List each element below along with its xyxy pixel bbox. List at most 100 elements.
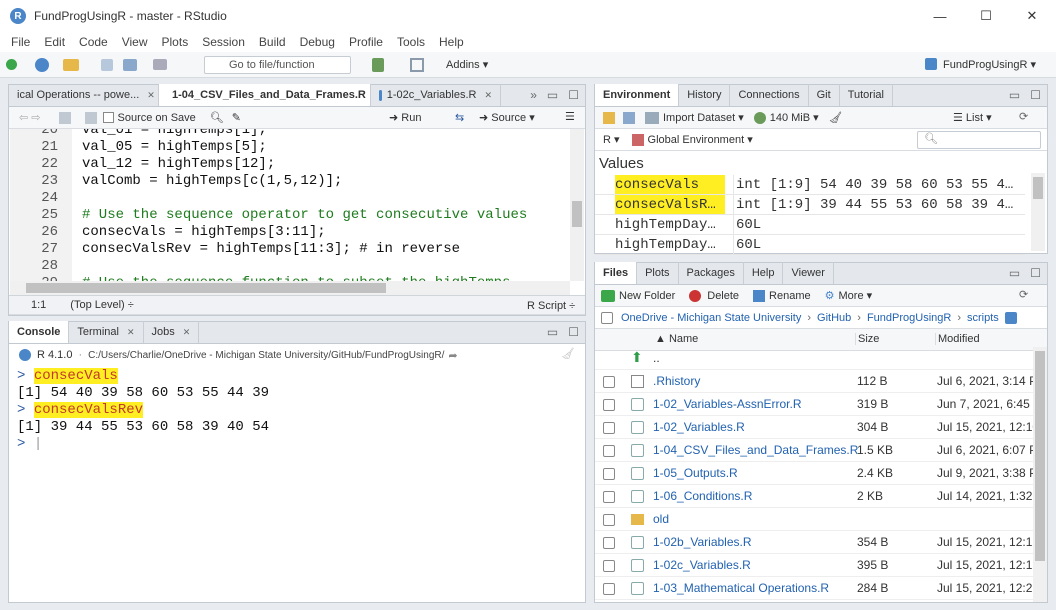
maximize-pane-icon[interactable]: ☐ bbox=[1030, 266, 1041, 280]
file-checkbox[interactable] bbox=[603, 560, 615, 572]
menu-build[interactable]: Build bbox=[252, 35, 293, 49]
files-tab-viewer[interactable]: Viewer bbox=[783, 262, 834, 284]
show-in-window-icon[interactable] bbox=[58, 111, 71, 124]
goto-file-input[interactable]: Go to file/function bbox=[204, 56, 351, 74]
menu-plots[interactable]: Plots bbox=[155, 35, 196, 49]
close-icon[interactable]: ✕ bbox=[147, 90, 155, 101]
minimize-pane-icon[interactable]: ▭ bbox=[1009, 88, 1020, 102]
file-name[interactable]: 1-02_Variables.R bbox=[653, 416, 745, 439]
editor-tab-2[interactable]: 1-02c_Variables.R ✕ bbox=[371, 84, 501, 106]
save-workspace-icon[interactable] bbox=[623, 111, 635, 124]
env-tab-git[interactable]: Git bbox=[809, 84, 840, 106]
file-checkbox[interactable] bbox=[603, 468, 615, 480]
environment-row[interactable]: highTempDay… 60L bbox=[595, 215, 1025, 235]
editor-hscroll-thumb[interactable] bbox=[26, 283, 386, 293]
file-row[interactable]: .Rhistory 112 B Jul 6, 2021, 3:14 PM bbox=[595, 370, 1035, 393]
files-scroll-thumb[interactable] bbox=[1035, 351, 1045, 561]
name-column-header[interactable]: ▲ Name bbox=[655, 333, 698, 345]
refresh-icon[interactable]: ⟳ bbox=[1019, 110, 1028, 123]
files-tab-help[interactable]: Help bbox=[744, 262, 784, 284]
file-row[interactable]: 1-06_Conditions.R 2 KB Jul 14, 2021, 1:32 … bbox=[595, 485, 1035, 508]
file-checkbox[interactable] bbox=[603, 376, 615, 388]
search-icon[interactable]: 🔍︎ bbox=[210, 111, 224, 124]
env-tab-environment[interactable]: Environment bbox=[595, 84, 680, 106]
file-checkbox[interactable] bbox=[603, 491, 615, 503]
breadcrumb-item[interactable]: FundProgUsingR bbox=[867, 312, 951, 324]
environment-scrollbar[interactable] bbox=[1031, 173, 1045, 251]
scope-selector[interactable]: (Top Level) ÷ bbox=[70, 299, 134, 311]
new-folder-button[interactable]: New Folder bbox=[619, 290, 675, 302]
menu-code[interactable]: Code bbox=[72, 35, 115, 49]
file-name[interactable]: old bbox=[653, 508, 669, 531]
rename-button[interactable]: Rename bbox=[769, 290, 811, 302]
save-editor-icon[interactable] bbox=[84, 111, 97, 124]
file-row[interactable]: 1-05_Outputs.R 2.4 KB Jul 9, 2021, 3:38 PM bbox=[595, 462, 1035, 485]
source-button[interactable]: ➜ Source ▾ bbox=[479, 111, 535, 124]
file-checkbox[interactable] bbox=[603, 445, 615, 457]
file-checkbox[interactable] bbox=[603, 422, 615, 434]
minimize-pane-icon[interactable]: ▭ bbox=[547, 88, 558, 102]
minimize-pane-icon[interactable]: ▭ bbox=[1009, 266, 1020, 280]
menu-help[interactable]: Help bbox=[432, 35, 471, 49]
file-row[interactable]: 1-03_Mathematical Operations.R 284 B Jul 1… bbox=[595, 577, 1035, 600]
maximize-pane-icon[interactable]: ☐ bbox=[568, 88, 579, 102]
file-name[interactable]: 1-04_CSV_Files_and_Data_Frames.R bbox=[653, 439, 858, 462]
editor-scroll-thumb[interactable] bbox=[572, 201, 582, 227]
file-name[interactable]: 1-02_Variables-AssnError.R bbox=[653, 393, 802, 416]
env-tab-history[interactable]: History bbox=[679, 84, 731, 106]
close-icon[interactable]: ✕ bbox=[127, 327, 135, 338]
go-to-directory-icon[interactable]: ➦ bbox=[448, 349, 457, 362]
clear-console-icon[interactable]: 🧹︎ bbox=[561, 347, 575, 360]
list-view-selector[interactable]: ☰ List ▾ bbox=[953, 111, 992, 124]
run-button[interactable]: ➜ Run bbox=[389, 111, 421, 124]
maximize-pane-icon[interactable]: ☐ bbox=[568, 325, 579, 339]
close-icon[interactable]: ✕ bbox=[183, 327, 191, 338]
new-file-icon[interactable] bbox=[6, 59, 17, 70]
file-checkbox[interactable] bbox=[603, 583, 615, 595]
file-checkbox[interactable] bbox=[603, 399, 615, 411]
git-icon[interactable] bbox=[372, 58, 384, 72]
size-column-header[interactable]: Size bbox=[855, 333, 879, 345]
menu-profile[interactable]: Profile bbox=[342, 35, 390, 49]
breadcrumb-item[interactable]: GitHub bbox=[817, 312, 851, 324]
close-btn[interactable]: ✕ bbox=[1009, 0, 1055, 32]
print-icon[interactable] bbox=[153, 59, 167, 70]
environment-row[interactable]: consecVals int [1:9] 54 40 39 58 60 53 55… bbox=[595, 175, 1025, 195]
env-tab-connections[interactable]: Connections bbox=[730, 84, 809, 106]
grid-layout-icon[interactable] bbox=[410, 58, 424, 72]
console-output[interactable]: > consecVals [1] 54 40 39 58 60 53 55 44 … bbox=[9, 366, 585, 602]
environment-selector[interactable]: Global Environment ▾ bbox=[648, 133, 753, 146]
file-name[interactable]: .Rhistory bbox=[653, 370, 700, 393]
project-icon[interactable] bbox=[1004, 311, 1017, 324]
editor-tab-0[interactable]: ical Operations -- powe... ✕ bbox=[9, 84, 159, 106]
environment-search-input[interactable]: 🔍︎ bbox=[917, 131, 1041, 149]
files-tab-packages[interactable]: Packages bbox=[679, 262, 744, 284]
env-tab-tutorial[interactable]: Tutorial bbox=[840, 84, 893, 106]
environment-scroll-thumb[interactable] bbox=[1033, 177, 1043, 199]
minimize-pane-icon[interactable]: ▭ bbox=[547, 325, 558, 339]
file-name[interactable]: 1-06_Conditions.R bbox=[653, 485, 752, 508]
maximize-pane-icon[interactable]: ☐ bbox=[1030, 88, 1041, 102]
wand-icon[interactable]: ✎ bbox=[232, 111, 241, 124]
menu-edit[interactable]: Edit bbox=[37, 35, 72, 49]
modified-column-header[interactable]: Modified bbox=[935, 333, 980, 345]
editor-hscrollbar[interactable] bbox=[10, 281, 570, 295]
console-tab-console[interactable]: Console bbox=[9, 321, 70, 343]
console-tab-terminal[interactable]: Terminal ✕ bbox=[69, 321, 144, 343]
files-scrollbar[interactable] bbox=[1033, 347, 1047, 602]
working-directory[interactable]: C:/Users/Charlie/OneDrive - Michigan Sta… bbox=[88, 350, 444, 361]
menu-file[interactable]: File bbox=[4, 35, 37, 49]
code-editor[interactable]: 20 val_01 = highTemps[1]; 21 val_05 = highT… bbox=[10, 129, 570, 281]
file-checkbox[interactable] bbox=[603, 537, 615, 549]
menu-view[interactable]: View bbox=[115, 35, 155, 49]
project-menu[interactable]: FundProgUsingR ▾ bbox=[925, 58, 1036, 71]
environment-row[interactable]: highTempDay… 60L bbox=[595, 235, 1025, 255]
select-all-checkbox[interactable] bbox=[601, 311, 613, 324]
file-name[interactable]: 1-02c_Variables.R bbox=[653, 554, 751, 577]
files-tab-files[interactable]: Files bbox=[595, 262, 638, 284]
source-on-save-checkbox[interactable] bbox=[102, 112, 114, 123]
file-row[interactable]: 1-02b_Variables.R 354 B Jul 15, 2021, 12:1… bbox=[595, 531, 1035, 554]
save-icon[interactable] bbox=[101, 58, 113, 71]
breadcrumb-item[interactable]: scripts bbox=[967, 312, 999, 324]
menu-session[interactable]: Session bbox=[195, 35, 252, 49]
